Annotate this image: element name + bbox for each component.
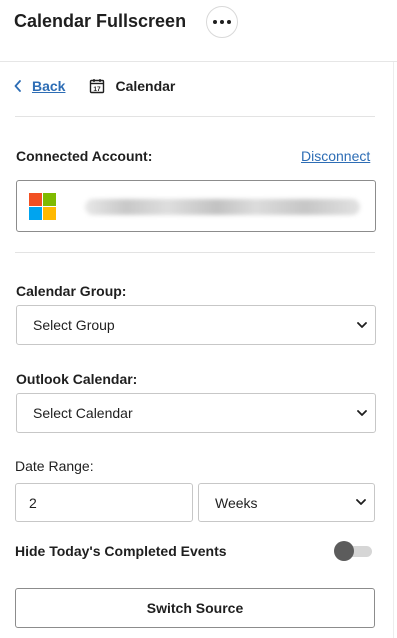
more-options-button[interactable] xyxy=(206,6,238,38)
toggle-knob xyxy=(334,541,354,561)
date-range-unit-select[interactable]: Weeks xyxy=(198,483,375,522)
breadcrumb-current: Calendar xyxy=(115,78,176,94)
redacted-account-email xyxy=(85,199,360,215)
panel-edge xyxy=(393,62,394,638)
chevron-left-icon[interactable] xyxy=(14,80,22,92)
date-range-count-input[interactable]: 2 xyxy=(15,483,193,522)
connected-account-field xyxy=(16,180,376,232)
connected-account-label: Connected Account: xyxy=(16,148,153,164)
calendar-group-value: Select Group xyxy=(33,317,115,333)
calendar-group-select[interactable]: Select Group xyxy=(16,305,376,345)
date-range-label: Date Range: xyxy=(15,458,94,474)
app-header: Calendar Fullscreen xyxy=(0,0,397,62)
breadcrumb: Back 17 Calendar xyxy=(14,76,175,96)
divider xyxy=(15,252,375,253)
svg-text:17: 17 xyxy=(94,86,102,93)
outlook-calendar-label: Outlook Calendar: xyxy=(16,371,138,387)
hide-completed-label: Hide Today's Completed Events xyxy=(15,543,227,559)
disconnect-link[interactable]: Disconnect xyxy=(301,148,370,164)
outlook-calendar-select[interactable]: Select Calendar xyxy=(16,393,376,433)
outlook-calendar-value: Select Calendar xyxy=(33,405,133,421)
chevron-down-icon xyxy=(357,410,367,416)
page-title: Calendar Fullscreen xyxy=(14,11,187,31)
divider xyxy=(15,116,375,117)
hide-completed-toggle[interactable] xyxy=(334,541,372,561)
calendar-icon: 17 xyxy=(90,79,105,94)
chevron-down-icon xyxy=(356,499,366,505)
switch-source-button[interactable]: Switch Source xyxy=(15,588,375,628)
microsoft-logo-icon xyxy=(29,193,56,220)
more-horizontal-icon xyxy=(213,20,231,24)
calendar-group-label: Calendar Group: xyxy=(16,283,127,299)
back-link[interactable]: Back xyxy=(32,78,65,94)
chevron-down-icon xyxy=(357,322,367,328)
date-range-unit-value: Weeks xyxy=(215,494,258,511)
